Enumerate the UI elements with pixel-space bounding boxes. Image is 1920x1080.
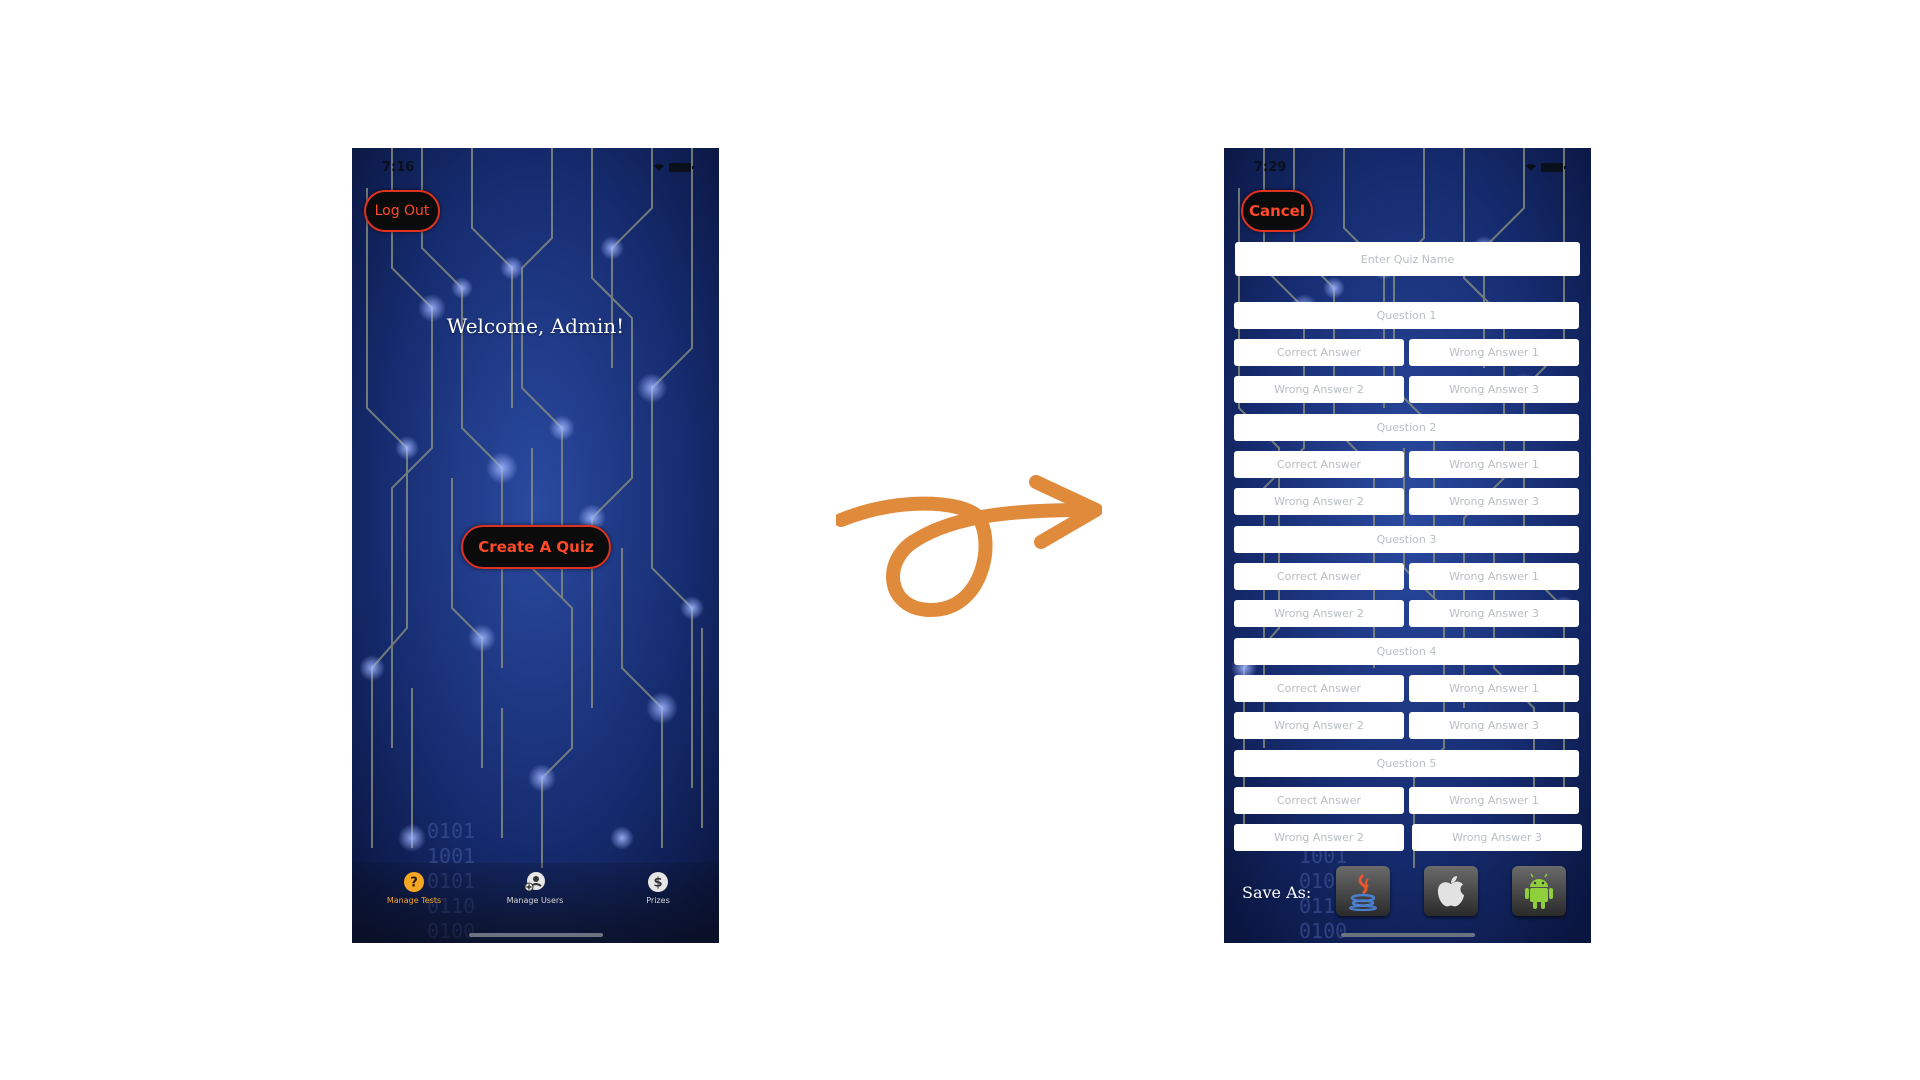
admin-home-screen: 01011001 01010110 0100 7:16 Log Out Welc… <box>352 148 719 943</box>
q3-wrong-answer-2-input[interactable]: Wrong Answer 2 <box>1234 600 1404 627</box>
java-icon <box>1349 873 1377 911</box>
home-indicator <box>468 933 603 937</box>
q5-wrong-answer-3-input[interactable]: Wrong Answer 3 <box>1412 824 1582 851</box>
save-apple-button[interactable] <box>1424 866 1478 916</box>
question-circle-icon: ? <box>404 872 424 892</box>
apple-icon <box>1437 876 1464 907</box>
q1-wrong-answer-1-input[interactable]: Wrong Answer 1 <box>1409 339 1579 366</box>
q5-correct-answer-input[interactable]: Correct Answer <box>1234 787 1404 814</box>
q4-wrong-answer-3-input[interactable]: Wrong Answer 3 <box>1409 712 1579 739</box>
q5-wrong-answer-1-input[interactable]: Wrong Answer 1 <box>1409 787 1579 814</box>
tab-prizes[interactable]: $ Prizes <box>613 871 703 905</box>
save-android-button[interactable] <box>1512 866 1566 916</box>
cancel-button[interactable]: Cancel <box>1241 190 1313 232</box>
status-bar: 7:29 <box>1224 148 1591 178</box>
q2-correct-answer-input[interactable]: Correct Answer <box>1234 451 1404 478</box>
svg-text:?: ? <box>410 876 418 891</box>
q3-wrong-answer-3-input[interactable]: Wrong Answer 3 <box>1409 600 1579 627</box>
svg-text:0100: 0100 <box>1299 919 1347 943</box>
add-user-icon <box>524 872 545 892</box>
curly-arrow-icon <box>836 475 1102 618</box>
tab-label: Prizes <box>646 896 670 905</box>
status-bar: 7:16 <box>352 148 719 178</box>
q1-wrong-answer-2-input[interactable]: Wrong Answer 2 <box>1234 376 1404 403</box>
q2-wrong-answer-3-input[interactable]: Wrong Answer 3 <box>1409 488 1579 515</box>
question-5-input[interactable]: Question 5 <box>1234 750 1579 777</box>
status-time: 7:16 <box>382 160 415 175</box>
wifi-battery-icon <box>1526 163 1566 172</box>
tab-manage-tests[interactable]: ? Manage Tests <box>369 871 459 905</box>
q1-wrong-answer-3-input[interactable]: Wrong Answer 3 <box>1409 376 1579 403</box>
q2-wrong-answer-1-input[interactable]: Wrong Answer 1 <box>1409 451 1579 478</box>
svg-text:0101: 0101 <box>427 819 475 843</box>
question-1-input[interactable]: Question 1 <box>1234 302 1579 329</box>
q5-wrong-answer-2-input[interactable]: Wrong Answer 2 <box>1234 824 1404 851</box>
question-4-input[interactable]: Question 4 <box>1234 638 1579 665</box>
home-indicator <box>1340 933 1475 937</box>
q4-wrong-answer-1-input[interactable]: Wrong Answer 1 <box>1409 675 1579 702</box>
tab-label: Manage Users <box>506 896 564 905</box>
q4-correct-answer-input[interactable]: Correct Answer <box>1234 675 1404 702</box>
q3-wrong-answer-1-input[interactable]: Wrong Answer 1 <box>1409 563 1579 590</box>
tab-label: Manage Tests <box>386 896 442 905</box>
android-icon <box>1525 873 1553 909</box>
q4-wrong-answer-2-input[interactable]: Wrong Answer 2 <box>1234 712 1404 739</box>
tab-manage-users[interactable]: Manage Users <box>490 871 580 905</box>
q1-correct-answer-input[interactable]: Correct Answer <box>1234 339 1404 366</box>
wifi-battery-icon <box>654 163 694 172</box>
save-java-button[interactable] <box>1336 866 1390 916</box>
create-quiz-button[interactable]: Create A Quiz <box>461 525 611 569</box>
welcome-heading: Welcome, Admin! <box>446 314 625 338</box>
question-2-input[interactable]: Question 2 <box>1234 414 1579 441</box>
q2-wrong-answer-2-input[interactable]: Wrong Answer 2 <box>1234 488 1404 515</box>
quiz-name-input[interactable]: Enter Quiz Name <box>1235 242 1580 276</box>
status-time: 7:29 <box>1254 160 1287 175</box>
svg-text:$: $ <box>653 876 662 891</box>
question-3-input[interactable]: Question 3 <box>1234 526 1579 553</box>
dollar-circle-icon: $ <box>648 872 668 892</box>
create-quiz-screen: 1001 0101 0110 0100 7:29 Cancel Enter Quiz… <box>1224 148 1591 943</box>
q3-correct-answer-input[interactable]: Correct Answer <box>1234 563 1404 590</box>
tab-bar: ? Manage Tests Manage Users $ Prizes <box>352 863 719 943</box>
logout-button[interactable]: Log Out <box>364 190 440 232</box>
save-as-label: Save As: <box>1242 883 1312 902</box>
